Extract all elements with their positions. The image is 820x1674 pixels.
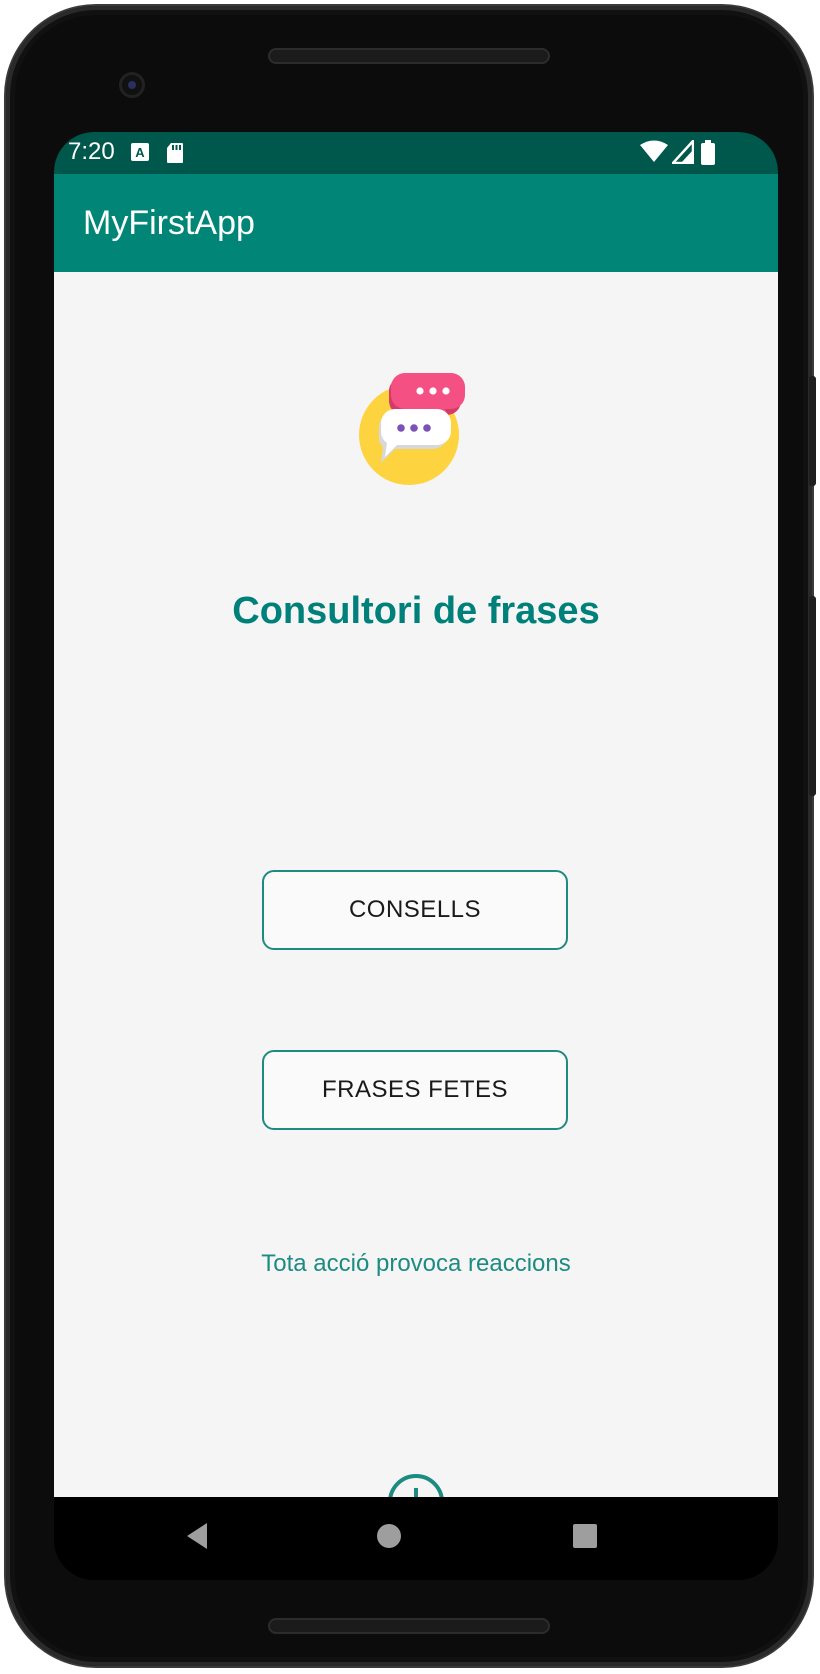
back-icon[interactable] [184, 1521, 210, 1556]
navigation-bar [54, 1497, 778, 1580]
recents-icon[interactable] [572, 1523, 598, 1554]
text-a-icon: A [130, 142, 150, 167]
main-content: Consultori de frases CONSELLS FRASES FET… [54, 272, 778, 1530]
app-title: MyFirstApp [83, 204, 255, 242]
power-button [809, 376, 816, 486]
battery-icon [700, 140, 716, 171]
svg-text:A: A [135, 145, 145, 160]
cell-signal-icon [670, 137, 695, 169]
consells-button[interactable]: CONSELLS [262, 870, 568, 950]
status-bar: 7:20 A [54, 132, 778, 174]
app-bar: MyFirstApp [54, 174, 778, 272]
earpiece-speaker [268, 48, 550, 64]
frases-fetes-button[interactable]: FRASES FETES [262, 1050, 568, 1130]
motto-text: Tota acció provoca reaccions [261, 1250, 571, 1277]
home-icon[interactable] [376, 1523, 402, 1554]
screen: 7:20 A MyFirstApp Consultori de frases C… [54, 132, 778, 1580]
sd-card-icon [166, 142, 184, 169]
front-camera [119, 72, 145, 98]
frases-fetes-button-label: FRASES FETES [321, 1076, 509, 1103]
wifi-icon [640, 140, 668, 169]
page-title: Consultori de frases [232, 590, 600, 632]
status-time: 7:20 [68, 138, 115, 165]
chat-bubbles-icon [359, 367, 477, 485]
phone-frame: 7:20 A MyFirstApp Consultori de frases C… [6, 6, 816, 1666]
volume-button [809, 596, 816, 796]
bottom-speaker [268, 1618, 550, 1634]
consells-button-label: CONSELLS [348, 896, 482, 923]
